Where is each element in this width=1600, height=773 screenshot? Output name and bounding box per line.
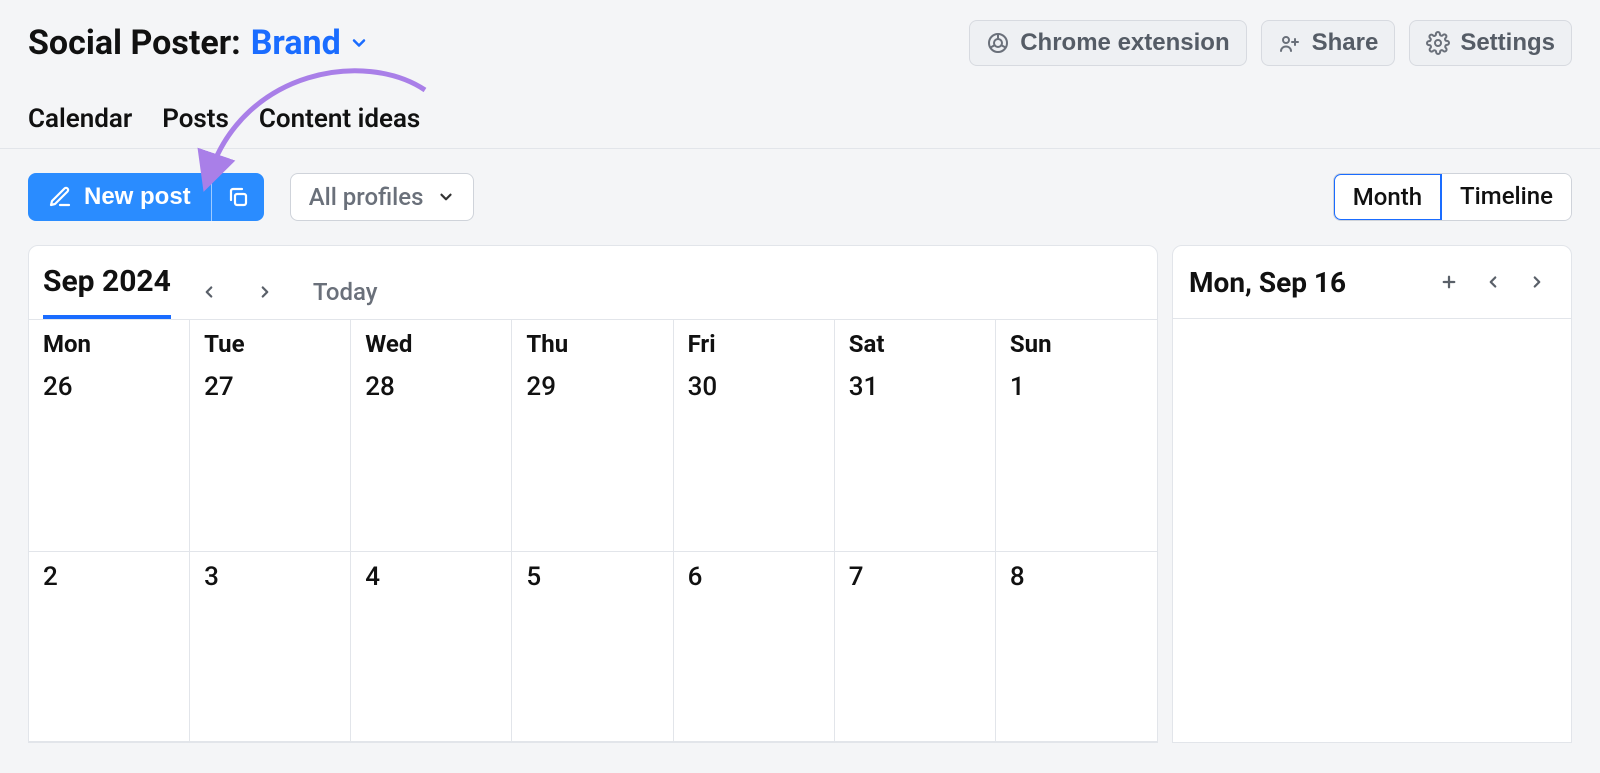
brand-dropdown[interactable]: Brand: [251, 23, 369, 63]
chevron-down-icon: [349, 33, 369, 53]
prev-day-button[interactable]: [1475, 264, 1511, 300]
chevron-left-icon: [1484, 273, 1502, 291]
day-cell[interactable]: 6: [674, 552, 835, 742]
chrome-extension-label: Chrome extension: [1020, 29, 1229, 57]
prev-month-button[interactable]: [191, 274, 227, 310]
day-cell[interactable]: 8: [996, 552, 1157, 742]
view-toggle: Month Timeline: [1333, 173, 1572, 221]
gear-icon: [1426, 31, 1450, 55]
settings-button[interactable]: Settings: [1409, 20, 1572, 66]
copy-icon: [226, 185, 250, 209]
view-month[interactable]: Month: [1333, 173, 1442, 221]
chevron-right-icon: [1528, 273, 1546, 291]
chevron-left-icon: [200, 283, 218, 301]
new-post-group: New post: [28, 173, 264, 221]
weekday-sun: Sun: [996, 320, 1157, 362]
weekday-thu: Thu: [512, 320, 673, 362]
selected-date-label: Mon, Sep 16: [1189, 266, 1346, 299]
share-button[interactable]: Share: [1261, 20, 1396, 66]
weekday-mon: Mon: [29, 320, 190, 362]
day-cell[interactable]: 27: [190, 362, 351, 552]
chevron-right-icon: [256, 283, 274, 301]
new-post-button[interactable]: New post: [28, 173, 211, 221]
day-cell[interactable]: 31: [835, 362, 996, 552]
day-detail-panel: Mon, Sep 16: [1172, 245, 1572, 743]
next-day-button[interactable]: [1519, 264, 1555, 300]
pencil-icon: [48, 185, 72, 209]
tab-calendar[interactable]: Calendar: [28, 104, 132, 134]
calendar-panel: Sep 2024 Today Mon Tue Wed Thu Fri Sat S…: [28, 245, 1158, 743]
day-cell[interactable]: 30: [674, 362, 835, 552]
profiles-label: All profiles: [309, 183, 424, 211]
weekday-sat: Sat: [835, 320, 996, 362]
today-button[interactable]: Today: [303, 272, 388, 312]
new-post-copy-button[interactable]: [211, 173, 264, 221]
chrome-extension-button[interactable]: Chrome extension: [969, 20, 1246, 66]
day-cell[interactable]: 26: [29, 362, 190, 552]
weekday-row: Mon Tue Wed Thu Fri Sat Sun: [29, 320, 1157, 362]
share-label: Share: [1312, 29, 1379, 57]
day-cell[interactable]: 1: [996, 362, 1157, 552]
brand-label: Brand: [251, 23, 341, 63]
plus-icon: [1440, 273, 1458, 291]
profiles-dropdown[interactable]: All profiles: [290, 173, 475, 221]
tab-content-ideas[interactable]: Content ideas: [259, 104, 420, 134]
weekday-tue: Tue: [190, 320, 351, 362]
next-month-button[interactable]: [247, 274, 283, 310]
day-cell[interactable]: 2: [29, 552, 190, 742]
tab-posts[interactable]: Posts: [162, 104, 229, 134]
day-cell[interactable]: 5: [512, 552, 673, 742]
share-icon: [1278, 31, 1302, 55]
day-cell[interactable]: 29: [512, 362, 673, 552]
view-timeline[interactable]: Timeline: [1442, 174, 1571, 220]
weekday-fri: Fri: [674, 320, 835, 362]
new-post-label: New post: [84, 183, 191, 211]
chrome-icon: [986, 31, 1010, 55]
page-title: Social Poster: Brand: [28, 23, 369, 63]
day-cell[interactable]: 4: [351, 552, 512, 742]
chevron-down-icon: [437, 188, 455, 206]
day-cell[interactable]: 7: [835, 552, 996, 742]
month-label: Sep 2024: [43, 264, 171, 319]
calendar-grid: 26 27 28 29 30 31 1 2 3 4 5 6 7 8: [29, 362, 1157, 742]
day-cell[interactable]: 3: [190, 552, 351, 742]
settings-label: Settings: [1460, 29, 1555, 57]
weekday-wed: Wed: [351, 320, 512, 362]
title-prefix: Social Poster:: [28, 23, 241, 63]
day-cell[interactable]: 28: [351, 362, 512, 552]
add-post-button[interactable]: [1431, 264, 1467, 300]
